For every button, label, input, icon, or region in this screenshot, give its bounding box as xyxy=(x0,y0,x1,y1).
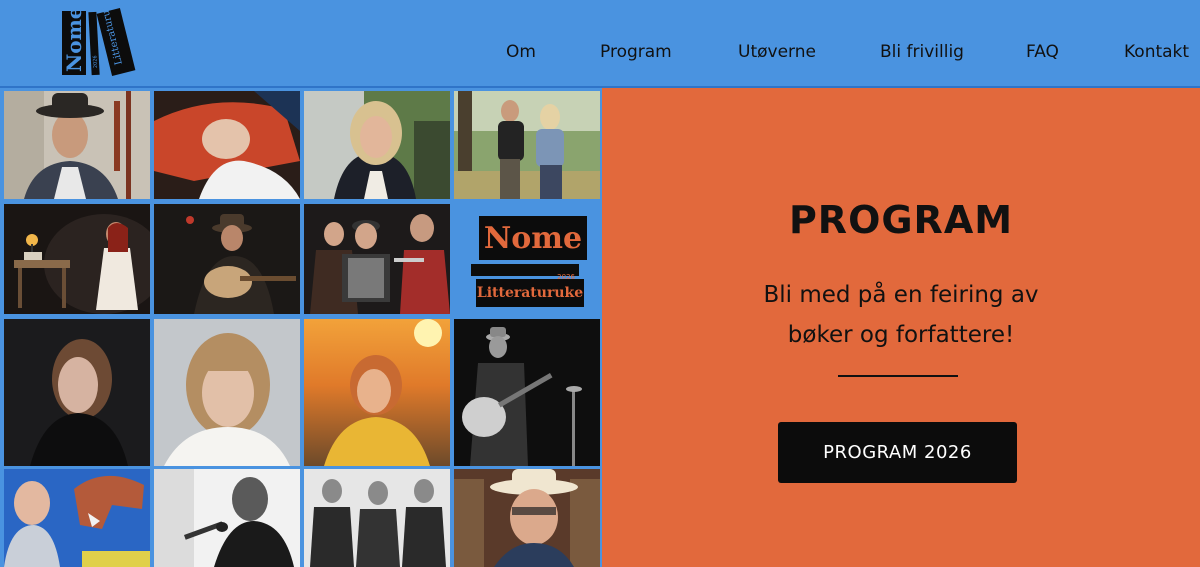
nav-item-kontakt[interactable]: Kontakt xyxy=(1124,42,1189,62)
nav-item-bli-frivillig[interactable]: Bli frivillig xyxy=(880,42,964,62)
grid-logo-name-box: Nome xyxy=(479,216,587,260)
photo-man-red-pillow xyxy=(154,91,300,199)
grid-logo-sub: Litteraturuke xyxy=(476,285,584,301)
nav-item-program[interactable]: Program xyxy=(600,42,672,62)
grid-logo-name: Nome xyxy=(483,220,583,256)
promo-title: PROGRAM xyxy=(788,198,1014,242)
photo-stage-performance xyxy=(4,204,150,314)
photo-man-white-hat xyxy=(454,469,600,567)
photo-woman-bangs xyxy=(154,319,300,466)
promo-subtitle-line2: bøker og forfattere! xyxy=(787,322,1015,348)
photo-man-in-hat xyxy=(4,91,150,199)
photo-grid: Nome 2026 Litteraturuke xyxy=(0,88,602,567)
photo-guitarist-in-hat xyxy=(154,204,300,314)
photo-singer-microphone-bw xyxy=(154,469,300,567)
grid-logo-tile: Nome 2026 Litteraturuke xyxy=(454,204,600,314)
site-header: Nome Litteraturuke 2026 Om Program Utøve… xyxy=(0,0,1200,88)
main-nav: Om Program Utøverne Bli frivillig FAQ Ko… xyxy=(0,0,1200,88)
photo-woman-dark-background xyxy=(4,319,150,466)
nav-item-om[interactable]: Om xyxy=(506,42,536,62)
program-promo: PROGRAM Bli med på en feiring av bøker o… xyxy=(602,88,1200,567)
nav-item-faq[interactable]: FAQ xyxy=(1026,42,1059,62)
program-2026-button[interactable]: PROGRAM 2026 xyxy=(778,422,1017,483)
grid-logo-year-box: 2026 xyxy=(471,264,579,281)
photo-guitarist-bw xyxy=(454,319,600,466)
photo-trio-musicians xyxy=(304,469,450,567)
photo-woman-with-dinosaur xyxy=(4,469,150,567)
photo-band-accordion xyxy=(304,204,450,314)
photo-couple-in-forest xyxy=(454,91,600,199)
grid-logo-sub-box: Litteraturuke xyxy=(476,279,584,307)
photo-blonde-woman xyxy=(304,91,450,199)
photo-woman-sunset xyxy=(304,319,450,466)
nav-item-utoverne[interactable]: Utøverne xyxy=(738,42,816,62)
promo-divider xyxy=(838,375,958,377)
promo-subtitle-line1: Bli med på en feiring av xyxy=(763,282,1039,308)
